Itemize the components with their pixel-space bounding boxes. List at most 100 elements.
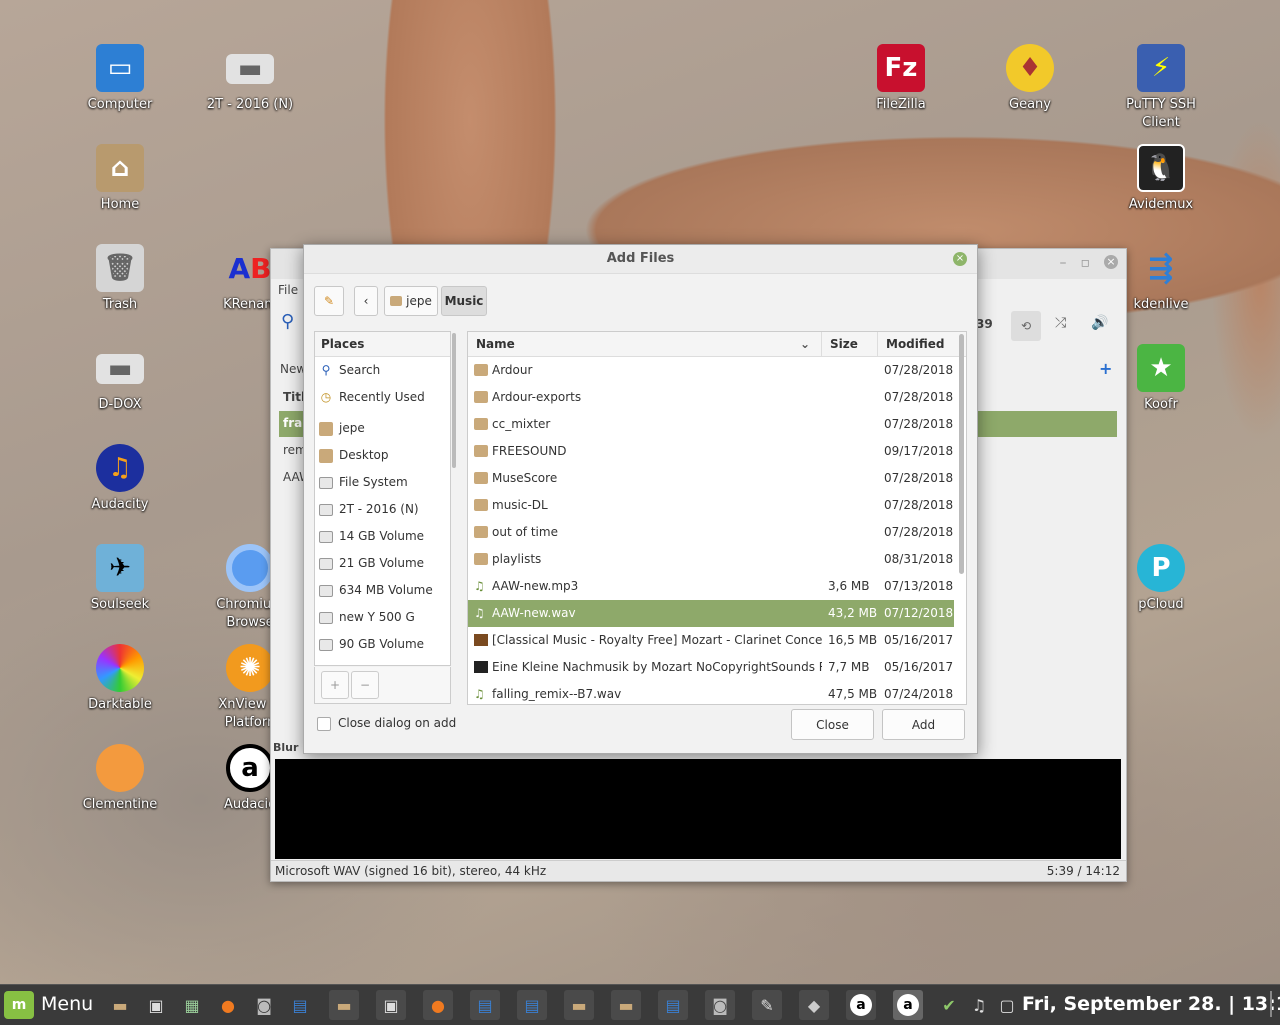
breadcrumb-jepe[interactable]: jepe: [384, 286, 438, 316]
desktop-icon-home[interactable]: ⌂ Home: [65, 144, 175, 214]
drive-icon: [319, 530, 333, 543]
file-row-eine-kleine[interactable]: Eine Kleine Nachmusik by Mozart NoCopyri…: [468, 654, 954, 681]
file-list-scrollbar[interactable]: [959, 334, 964, 574]
back-button[interactable]: ‹: [354, 286, 378, 316]
edit-location-button[interactable]: ✎: [314, 286, 344, 316]
window-audacious-2[interactable]: a: [893, 990, 923, 1020]
folder-icon: [474, 418, 488, 430]
add-button[interactable]: Add: [882, 709, 965, 740]
place-new-y[interactable]: new Y 500 G: [315, 604, 450, 631]
window-folder-2[interactable]: ▬: [611, 990, 641, 1020]
file-row-aaw-new-mp3[interactable]: ♫ AAW-new.mp3 3,6 MB 07/13/2018: [468, 573, 954, 600]
file-row-freesound[interactable]: FREESOUND 09/17/2018: [468, 438, 954, 465]
places-buttons: + −: [314, 667, 451, 704]
place-file-system[interactable]: File System: [315, 469, 450, 496]
window-document-3[interactable]: ▤: [658, 990, 688, 1020]
close-icon[interactable]: ×: [1104, 255, 1118, 269]
place-2t-drive[interactable]: 2T - 2016 (N): [315, 496, 450, 523]
window-document-1[interactable]: ▤: [470, 990, 500, 1020]
place-90gb[interactable]: 90 GB Volume: [315, 631, 450, 658]
desktop-icon-putty[interactable]: ⚡ PuTTY SSH Client: [1106, 44, 1216, 132]
remove-bookmark-button[interactable]: −: [351, 671, 379, 699]
home-folder-icon: ⌂: [96, 144, 144, 192]
trash-icon: 🗑: [96, 244, 144, 292]
file-row-music-dl[interactable]: music-DL 07/28/2018: [468, 492, 954, 519]
window-terminal[interactable]: ▣: [376, 990, 406, 1020]
window-app[interactable]: ◆: [799, 990, 829, 1020]
file-row-musescore[interactable]: MuseScore 07/28/2018: [468, 465, 954, 492]
column-name[interactable]: Name: [476, 332, 515, 356]
place-14gb[interactable]: 14 GB Volume: [315, 523, 450, 550]
column-modified[interactable]: Modified: [886, 332, 945, 356]
player-menu-file[interactable]: File: [278, 283, 298, 297]
text-editor-icon[interactable]: ▤: [285, 990, 315, 1020]
breadcrumb-music[interactable]: Music: [441, 286, 487, 316]
file-row-playlists[interactable]: playlists 08/31/2018: [468, 546, 954, 573]
player-statusbar: Microsoft WAV (signed 16 bit), stereo, 4…: [271, 860, 1126, 881]
window-folder-1[interactable]: ▬: [564, 990, 594, 1020]
file-row-falling-remix[interactable]: ♫ falling_remix--B7.wav 47,5 MB 07/24/20…: [468, 681, 954, 704]
desktop-icon-filezilla[interactable]: Fz FileZilla: [846, 44, 956, 114]
chevron-down-icon[interactable]: ⌄: [800, 332, 810, 356]
drive-icon: [319, 503, 333, 516]
mint-menu-icon[interactable]: m: [4, 991, 34, 1019]
audacity-icon: ♫: [96, 444, 144, 492]
volume-icon[interactable]: 🔊: [1091, 315, 1108, 331]
file-row-cc-mixter[interactable]: cc_mixter 07/28/2018: [468, 411, 954, 438]
window-audacious-1[interactable]: a: [846, 990, 876, 1020]
window-notes[interactable]: ✎: [752, 990, 782, 1020]
clock[interactable]: Fri, September 28. | 13:14: [1022, 993, 1280, 1015]
window-disks[interactable]: ◙: [705, 990, 735, 1020]
file-row-out-of-time[interactable]: out of time 07/28/2018: [468, 519, 954, 546]
file-row-aaw-new-wav[interactable]: ♫ AAW-new.wav 43,2 MB 07/12/2018: [468, 600, 954, 627]
shuffle-icon[interactable]: ⤮: [1055, 315, 1066, 331]
window-list-icon[interactable]: ▢: [992, 990, 1022, 1020]
close-on-add-checkbox[interactable]: [317, 717, 331, 731]
audacious-icon: a: [897, 994, 919, 1016]
maximize-icon[interactable]: ▫: [1081, 255, 1091, 271]
file-row-mozart-clarinet[interactable]: [Classical Music - Royalty Free] Mozart …: [468, 627, 954, 654]
update-shield-icon[interactable]: ✔: [934, 990, 964, 1020]
place-634mb[interactable]: 634 MB Volume: [315, 577, 450, 604]
column-size[interactable]: Size: [830, 332, 858, 356]
desktop-icon-clementine[interactable]: Clementine: [65, 744, 175, 814]
menu-label[interactable]: Menu: [41, 993, 93, 1015]
desktop-icon-soulseek[interactable]: ✈ Soulseek: [65, 544, 175, 614]
music-note-icon[interactable]: ♫: [964, 990, 994, 1020]
window-d-dox[interactable]: ▬: [329, 990, 359, 1020]
xnview-icon: ✺: [226, 644, 274, 692]
place-21gb[interactable]: 21 GB Volume: [315, 550, 450, 577]
close-icon[interactable]: ×: [953, 252, 967, 266]
audio-file-icon: ♫: [474, 579, 485, 593]
folder-icon: [474, 526, 488, 538]
file-row-ardour-exports[interactable]: Ardour-exports 07/28/2018: [468, 384, 954, 411]
minimize-icon[interactable]: –: [1060, 255, 1067, 271]
desktop-icon-audacity[interactable]: ♫ Audacity: [65, 444, 175, 514]
desktop-icon-d-dox[interactable]: ▬ D-DOX: [65, 344, 175, 414]
close-button[interactable]: Close: [791, 709, 874, 740]
desktop-icon-geany[interactable]: ♦ Geany: [975, 44, 1085, 114]
search-icon[interactable]: ⚲: [281, 311, 294, 332]
firefox-icon[interactable]: ●: [213, 990, 243, 1020]
calculator-icon[interactable]: ▦: [177, 990, 207, 1020]
show-desktop-icon[interactable]: [1270, 991, 1272, 1017]
place-desktop[interactable]: Desktop: [315, 442, 450, 469]
file-row-ardour[interactable]: Ardour 07/28/2018: [468, 357, 954, 384]
places-scrollbar[interactable]: [452, 333, 456, 468]
add-bookmark-button[interactable]: +: [321, 671, 349, 699]
window-firefox[interactable]: ●: [423, 990, 453, 1020]
desktop-icon-darktable[interactable]: Darktable: [65, 644, 175, 714]
repeat-icon[interactable]: ⟲: [1011, 311, 1041, 341]
place-search[interactable]: ⚲ Search: [315, 357, 450, 384]
add-playlist-icon[interactable]: +: [1099, 359, 1112, 378]
terminal-icon[interactable]: ▣: [141, 990, 171, 1020]
file-manager-icon[interactable]: ▬: [105, 990, 135, 1020]
place-jepe[interactable]: jepe: [315, 415, 450, 442]
desktop-icon-avidemux[interactable]: 🐧 Avidemux: [1106, 144, 1216, 214]
place-recently-used[interactable]: ◷ Recently Used: [315, 384, 450, 411]
disks-icon[interactable]: ◙: [249, 990, 279, 1020]
desktop-icon-trash[interactable]: 🗑 Trash: [65, 244, 175, 314]
desktop-icon-computer[interactable]: ▭ Computer: [65, 44, 175, 114]
window-document-2[interactable]: ▤: [517, 990, 547, 1020]
desktop-icon-2t-drive[interactable]: ▬ 2T - 2016 (N): [195, 44, 305, 114]
